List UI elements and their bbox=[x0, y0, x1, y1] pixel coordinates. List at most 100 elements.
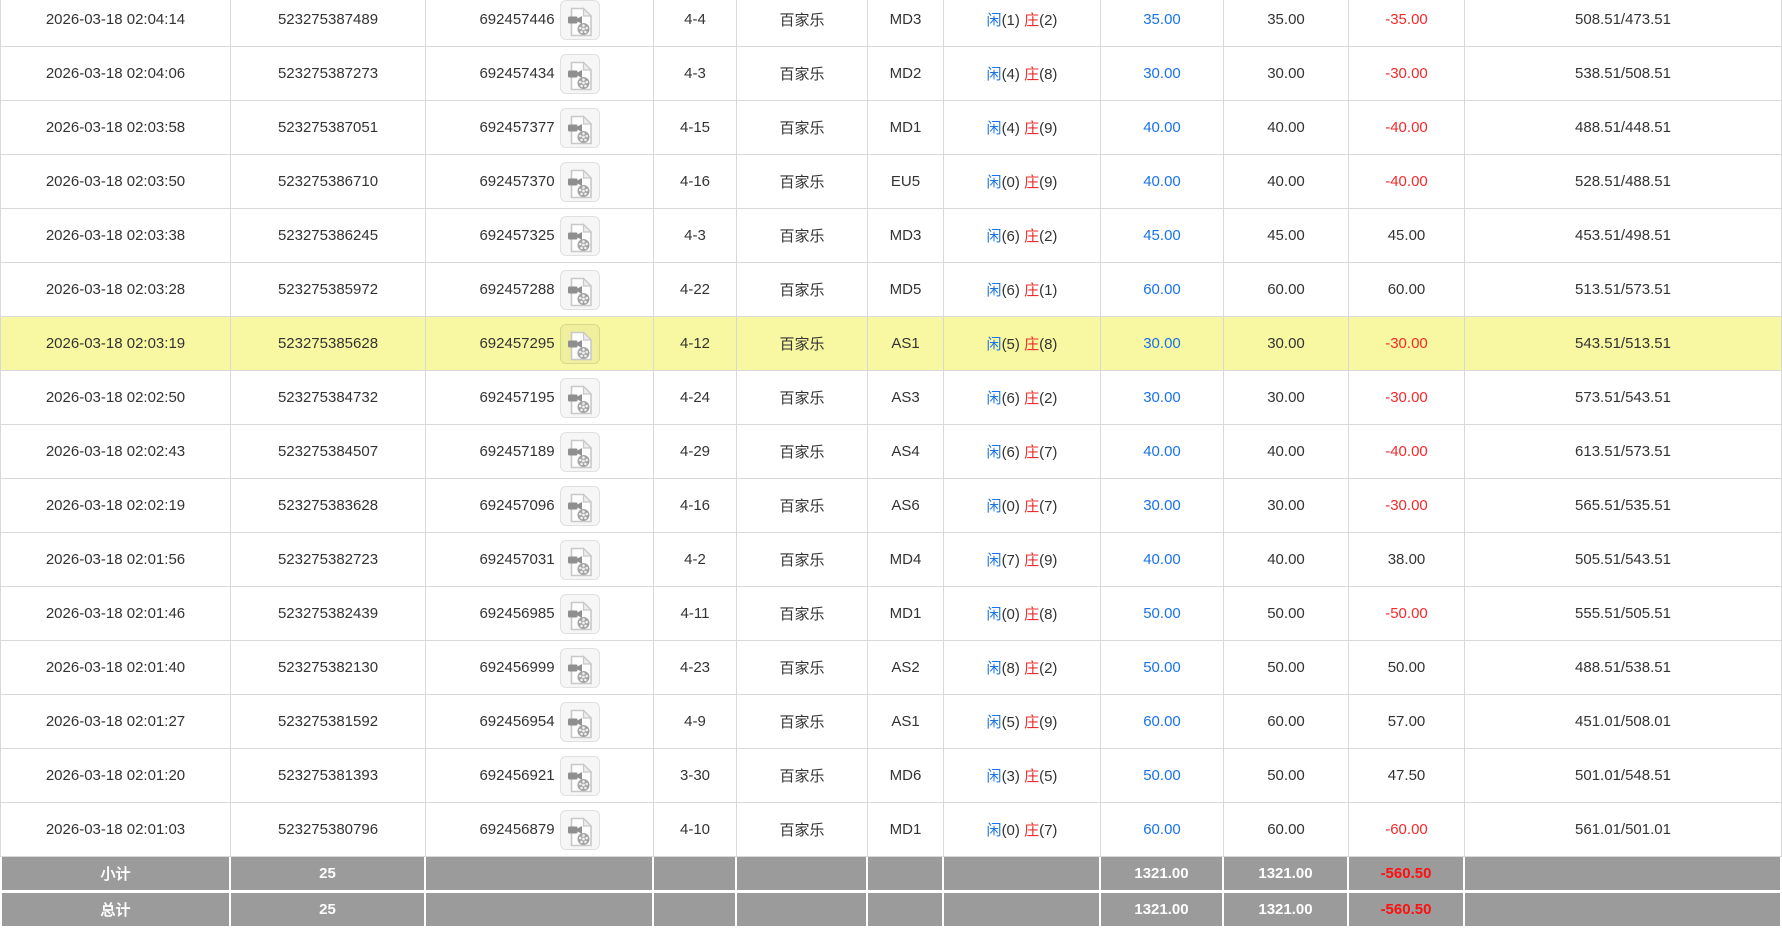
video-replay-button[interactable] bbox=[559, 53, 600, 94]
round-no: 692456879 bbox=[479, 821, 555, 838]
table-row[interactable]: 2026-03-18 02:04:14 523275387489 6924574… bbox=[0, 0, 1782, 47]
player-label: 闲 bbox=[986, 228, 1002, 245]
video-replay-button[interactable] bbox=[559, 269, 600, 310]
table-code: AS6 bbox=[868, 479, 944, 533]
player-points: (0) bbox=[1001, 498, 1020, 515]
balance: 613.51/573.51 bbox=[1465, 425, 1782, 479]
shoe-round: 4-29 bbox=[654, 425, 737, 479]
video-replay-button[interactable] bbox=[559, 0, 600, 40]
summary-valid-total: 1321.00 bbox=[1224, 857, 1349, 893]
balance: 453.51/498.51 bbox=[1465, 209, 1782, 263]
player-label: 闲 bbox=[986, 390, 1002, 407]
table-row[interactable]: 2026-03-18 02:01:27 523275381592 6924569… bbox=[0, 695, 1782, 749]
bet-id: 523275387489 bbox=[231, 0, 426, 47]
table-row[interactable]: 2026-03-18 02:03:50 523275386710 6924573… bbox=[0, 155, 1782, 209]
banker-label: 庄 bbox=[1024, 336, 1040, 353]
bet-time: 2026-03-18 02:04:06 bbox=[0, 47, 231, 101]
bet-amount: 30.00 bbox=[1101, 371, 1224, 425]
video-replay-button[interactable] bbox=[559, 755, 600, 796]
game-name: 百家乐 bbox=[737, 209, 868, 263]
video-replay-button[interactable] bbox=[559, 215, 600, 256]
video-replay-icon bbox=[567, 330, 592, 360]
video-replay-button[interactable] bbox=[559, 809, 600, 850]
bet-amount: 50.00 bbox=[1101, 749, 1224, 803]
table-row[interactable]: 2026-03-18 02:01:46 523275382439 6924569… bbox=[0, 587, 1782, 641]
table-row[interactable]: 2026-03-18 02:03:19 523275385628 6924572… bbox=[0, 317, 1782, 371]
win-loss: 47.50 bbox=[1349, 749, 1465, 803]
shoe-round: 4-3 bbox=[654, 209, 737, 263]
banker-points: (7) bbox=[1039, 444, 1058, 461]
banker-points: (2) bbox=[1039, 228, 1058, 245]
shoe-round: 4-3 bbox=[654, 47, 737, 101]
game-result: 闲(4) 庄(8) bbox=[944, 47, 1101, 101]
bet-time: 2026-03-18 02:02:19 bbox=[0, 479, 231, 533]
video-replay-button[interactable] bbox=[559, 701, 600, 742]
player-points: (0) bbox=[1001, 822, 1020, 839]
table-row[interactable]: 2026-03-18 02:01:40 523275382130 6924569… bbox=[0, 641, 1782, 695]
video-replay-button[interactable] bbox=[559, 377, 600, 418]
table-code: MD1 bbox=[868, 803, 944, 857]
player-points: (4) bbox=[1001, 120, 1020, 137]
bet-time: 2026-03-18 02:02:50 bbox=[0, 371, 231, 425]
balance: 488.51/448.51 bbox=[1465, 101, 1782, 155]
table-row[interactable]: 2026-03-18 02:02:43 523275384507 6924571… bbox=[0, 425, 1782, 479]
video-replay-button[interactable] bbox=[559, 593, 600, 634]
table-row[interactable]: 2026-03-18 02:02:50 523275384732 6924571… bbox=[0, 371, 1782, 425]
table-row[interactable]: 2026-03-18 02:03:58 523275387051 6924573… bbox=[0, 101, 1782, 155]
bet-amount: 30.00 bbox=[1101, 47, 1224, 101]
win-loss: -50.00 bbox=[1349, 587, 1465, 641]
game-result: 闲(0) 庄(7) bbox=[944, 479, 1101, 533]
valid-amount: 60.00 bbox=[1224, 263, 1349, 317]
table-row[interactable]: 2026-03-18 02:03:28 523275385972 6924572… bbox=[0, 263, 1782, 317]
player-label: 闲 bbox=[986, 768, 1002, 785]
banker-label: 庄 bbox=[1024, 552, 1040, 569]
round-no-cell: 692457377 bbox=[426, 101, 654, 155]
video-replay-button[interactable] bbox=[559, 647, 600, 688]
summary-count: 25 bbox=[231, 893, 426, 929]
player-points: (6) bbox=[1001, 444, 1020, 461]
table-row[interactable]: 2026-03-18 02:02:19 523275383628 6924570… bbox=[0, 479, 1782, 533]
table-code: MD3 bbox=[868, 209, 944, 263]
valid-amount: 50.00 bbox=[1224, 641, 1349, 695]
video-replay-button[interactable] bbox=[559, 161, 600, 202]
win-loss: -30.00 bbox=[1349, 371, 1465, 425]
video-replay-button[interactable] bbox=[559, 539, 600, 580]
game-name: 百家乐 bbox=[737, 371, 868, 425]
round-no: 692456921 bbox=[479, 767, 555, 784]
round-no: 692456985 bbox=[479, 605, 555, 622]
table-row[interactable]: 2026-03-18 02:04:06 523275387273 6924574… bbox=[0, 47, 1782, 101]
table-row[interactable]: 2026-03-18 02:01:20 523275381393 6924569… bbox=[0, 749, 1782, 803]
win-loss: -40.00 bbox=[1349, 101, 1465, 155]
win-loss: -30.00 bbox=[1349, 317, 1465, 371]
banker-points: (7) bbox=[1039, 822, 1058, 839]
banker-label: 庄 bbox=[1024, 498, 1040, 515]
round-no: 692457189 bbox=[479, 443, 555, 460]
balance: 451.01/508.01 bbox=[1465, 695, 1782, 749]
round-no-cell: 692457031 bbox=[426, 533, 654, 587]
shoe-round: 4-15 bbox=[654, 101, 737, 155]
video-replay-button[interactable] bbox=[559, 431, 600, 472]
balance: 528.51/488.51 bbox=[1465, 155, 1782, 209]
win-loss: 57.00 bbox=[1349, 695, 1465, 749]
banker-points: (8) bbox=[1039, 336, 1058, 353]
bet-amount: 30.00 bbox=[1101, 479, 1224, 533]
bet-time: 2026-03-18 02:01:46 bbox=[0, 587, 231, 641]
summary-empty-cell bbox=[426, 893, 654, 929]
table-row[interactable]: 2026-03-18 02:01:03 523275380796 6924568… bbox=[0, 803, 1782, 857]
valid-amount: 30.00 bbox=[1224, 47, 1349, 101]
banker-points: (9) bbox=[1039, 552, 1058, 569]
round-no-cell: 692456985 bbox=[426, 587, 654, 641]
video-replay-icon bbox=[567, 762, 592, 792]
balance: 501.01/548.51 bbox=[1465, 749, 1782, 803]
table-row[interactable]: 2026-03-18 02:03:38 523275386245 6924573… bbox=[0, 209, 1782, 263]
table-row[interactable]: 2026-03-18 02:01:56 523275382723 6924570… bbox=[0, 533, 1782, 587]
video-replay-button[interactable] bbox=[559, 485, 600, 526]
video-replay-button[interactable] bbox=[559, 323, 600, 364]
bet-table: 2026-03-18 02:04:14 523275387489 6924574… bbox=[0, 0, 1782, 929]
win-loss: 38.00 bbox=[1349, 533, 1465, 587]
table-code: AS4 bbox=[868, 425, 944, 479]
video-replay-button[interactable] bbox=[559, 107, 600, 148]
balance: 555.51/505.51 bbox=[1465, 587, 1782, 641]
round-no: 692456999 bbox=[479, 659, 555, 676]
bet-time: 2026-03-18 02:03:28 bbox=[0, 263, 231, 317]
